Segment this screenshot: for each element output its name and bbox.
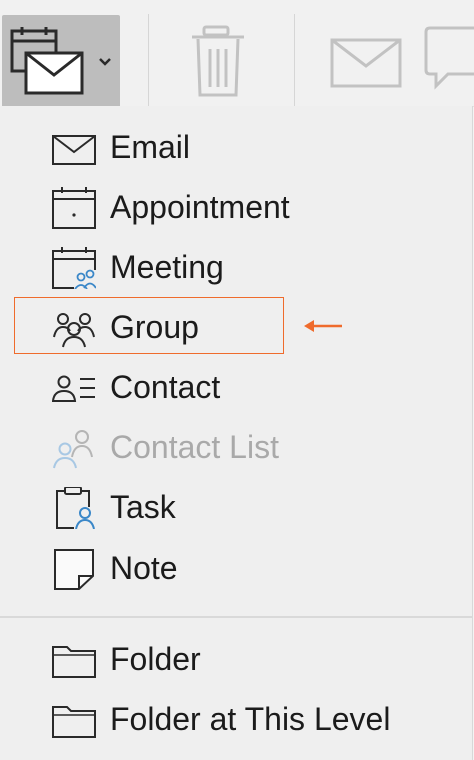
toolbar-divider xyxy=(294,14,295,106)
contact-card-icon xyxy=(52,375,95,402)
menu-item-label: Folder at This Level xyxy=(110,701,391,737)
new-item-icon xyxy=(10,27,84,95)
new-item-button[interactable] xyxy=(2,15,120,106)
menu-item-appointment[interactable]: Appointment xyxy=(0,179,472,235)
calendar-icon xyxy=(52,187,96,229)
folder-icon xyxy=(52,646,96,678)
menu-item-label: Email xyxy=(110,129,191,165)
menu-item-label: Note xyxy=(110,550,178,586)
arrow-left-icon xyxy=(304,320,342,332)
menu-divider xyxy=(0,616,472,618)
note-icon xyxy=(54,549,94,590)
menu-item-task[interactable]: Task xyxy=(0,479,472,535)
menu-item-label: Contact xyxy=(110,369,221,405)
trash-icon[interactable] xyxy=(190,25,246,97)
menu-item-contact-list[interactable]: Contact List xyxy=(0,419,472,475)
menu-item-email[interactable]: Email xyxy=(0,119,472,175)
menu-item-folder-at-this-level[interactable]: Folder at This Level xyxy=(0,691,472,747)
toolbar-divider xyxy=(148,14,149,106)
toolbar xyxy=(0,0,474,107)
menu-item-meeting[interactable]: Meeting xyxy=(0,239,472,295)
menu-item-label: Task xyxy=(110,489,176,525)
menu-item-folder[interactable]: Folder xyxy=(0,631,472,687)
highlight-box xyxy=(14,297,284,354)
speech-bubble-icon[interactable] xyxy=(424,26,474,90)
envelope-icon[interactable] xyxy=(330,38,402,88)
menu-item-contact[interactable]: Contact xyxy=(0,359,472,415)
menu-item-label: Appointment xyxy=(110,189,290,225)
menu-item-label: Contact List xyxy=(110,429,279,465)
menu-item-note[interactable]: Note xyxy=(0,540,472,596)
envelope-icon xyxy=(52,135,96,165)
chevron-down-icon[interactable] xyxy=(98,57,112,67)
folder-icon xyxy=(52,706,96,738)
calendar-person-icon xyxy=(52,247,96,289)
clipboard-person-icon xyxy=(56,487,96,529)
contact-list-icon xyxy=(53,430,93,469)
menu-item-label: Folder xyxy=(110,641,201,677)
menu-item-label: Meeting xyxy=(110,249,224,285)
